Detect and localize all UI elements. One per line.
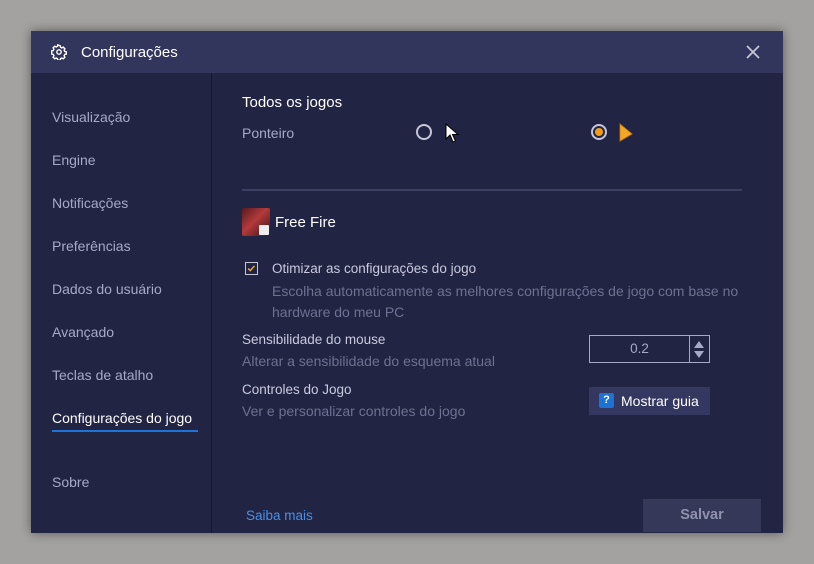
mouse-sensitivity-stepper[interactable]: 0.2 [589, 335, 710, 363]
window-title: Configurações [81, 44, 178, 61]
gear-icon [51, 44, 67, 60]
settings-window: Configurações Visualização Engine Notifi… [31, 31, 783, 533]
pointer-label: Ponteiro [242, 125, 295, 141]
free-fire-game-icon [242, 208, 270, 236]
optimize-title: Otimizar as configurações do jogo [272, 261, 477, 276]
sidebar-item-engine[interactable]: Engine [52, 150, 96, 170]
all-games-heading: Todos os jogos [242, 94, 343, 111]
show-guide-label: Mostrar guia [621, 393, 699, 409]
close-icon[interactable] [741, 40, 765, 64]
learn-more-link[interactable]: Saiba mais [246, 508, 313, 523]
sidebar-item-notificacoes[interactable]: Notificações [52, 193, 128, 213]
sidebar-item-dados-do-usuario[interactable]: Dados do usuário [52, 279, 162, 299]
title-bar: Configurações [31, 31, 783, 73]
orange-cursor-icon [619, 123, 633, 142]
sidebar-item-teclas-de-atalho[interactable]: Teclas de atalho [52, 365, 153, 385]
pointer-radio-orange[interactable] [591, 124, 607, 140]
mouse-sensitivity-description: Alterar a sensibilidade do esquema atual [242, 353, 495, 369]
sidebar-item-preferencias[interactable]: Preferências [52, 236, 131, 256]
settings-content: Todos os jogos Ponteiro Free Fire Otimiz… [212, 73, 783, 533]
game-controls-description: Ver e personalizar controles do jogo [242, 403, 466, 419]
game-name: Free Fire [275, 214, 336, 231]
help-icon: ? [599, 393, 614, 408]
radio-selected-dot [595, 128, 603, 136]
checkmark-icon [247, 265, 255, 272]
optimize-description: Escolha automaticamente as melhores conf… [272, 283, 739, 320]
game-controls-title: Controles do Jogo [242, 382, 352, 397]
sidebar-item-sobre[interactable]: Sobre [52, 472, 89, 492]
sidebar-item-configuracoes-do-jogo[interactable]: Configurações do jogo [52, 408, 198, 432]
white-cursor-icon [445, 123, 460, 143]
pointer-radio-default[interactable] [416, 124, 432, 140]
mouse-sensitivity-input[interactable]: 0.2 [590, 336, 690, 362]
show-guide-button[interactable]: ? Mostrar guia [589, 387, 710, 415]
store-badge-icon [259, 225, 269, 235]
decrement-arrow-icon[interactable] [693, 350, 705, 360]
increment-arrow-icon[interactable] [693, 339, 705, 349]
section-divider [242, 189, 742, 191]
sidebar-item-visualizacao[interactable]: Visualização [52, 107, 130, 127]
save-button[interactable]: Salvar [643, 499, 761, 532]
sidebar-item-avancado[interactable]: Avançado [52, 322, 114, 342]
optimize-checkbox[interactable] [245, 262, 258, 275]
sidebar: Visualização Engine Notificações Preferê… [31, 73, 212, 533]
mouse-sensitivity-title: Sensibilidade do mouse [242, 332, 386, 347]
